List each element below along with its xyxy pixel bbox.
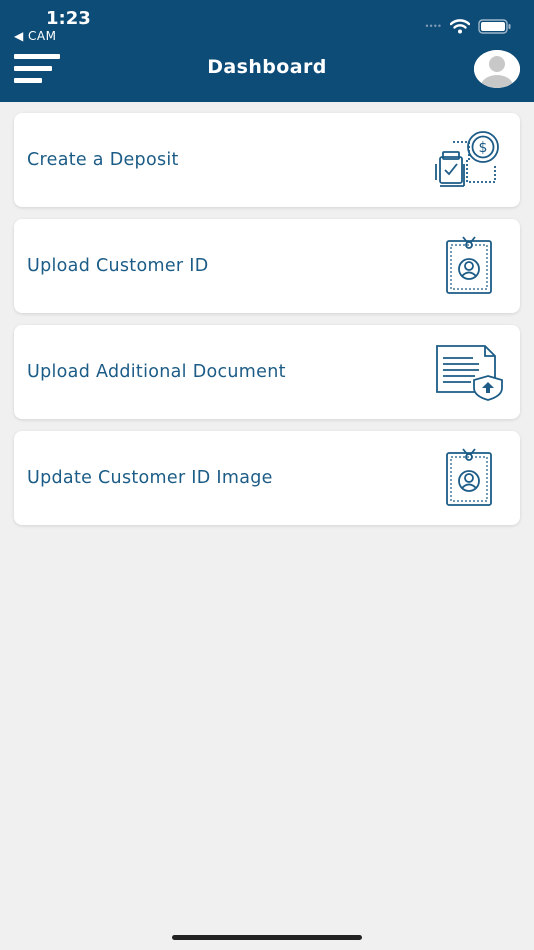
upload-additional-document-card[interactable]: Upload Additional Document	[14, 325, 520, 419]
upload-customer-id-card[interactable]: Upload Customer ID	[14, 219, 520, 313]
app-header: 1:23 ◀ CAM •••• Dashboard	[0, 0, 534, 102]
battery-icon	[478, 18, 511, 34]
avatar-icon	[474, 50, 520, 88]
card-label: Update Customer ID Image	[27, 468, 273, 488]
id-badge-icon	[432, 446, 506, 510]
update-customer-id-image-card[interactable]: Update Customer ID Image	[14, 431, 520, 525]
create-deposit-card[interactable]: Create a Deposit $	[14, 113, 520, 207]
id-badge-icon	[432, 234, 506, 298]
profile-button[interactable]	[474, 50, 520, 88]
svg-text:$: $	[479, 140, 488, 156]
home-indicator[interactable]	[172, 935, 362, 940]
status-icons: ••••	[425, 16, 512, 36]
status-time: 1:23	[46, 8, 91, 29]
deposit-money-icon: $	[432, 128, 506, 192]
cellular-signal-icon: ••••	[425, 21, 442, 31]
card-label: Upload Customer ID	[27, 256, 209, 276]
card-label: Create a Deposit	[27, 150, 179, 170]
wifi-icon	[450, 18, 470, 33]
page-title: Dashboard	[207, 56, 327, 78]
dashboard-menu-list: Create a Deposit $ Upload Customer ID Up…	[14, 113, 520, 537]
back-to-app-link[interactable]: ◀ CAM	[14, 29, 56, 43]
card-label: Upload Additional Document	[27, 362, 286, 382]
document-upload-icon	[432, 340, 506, 404]
